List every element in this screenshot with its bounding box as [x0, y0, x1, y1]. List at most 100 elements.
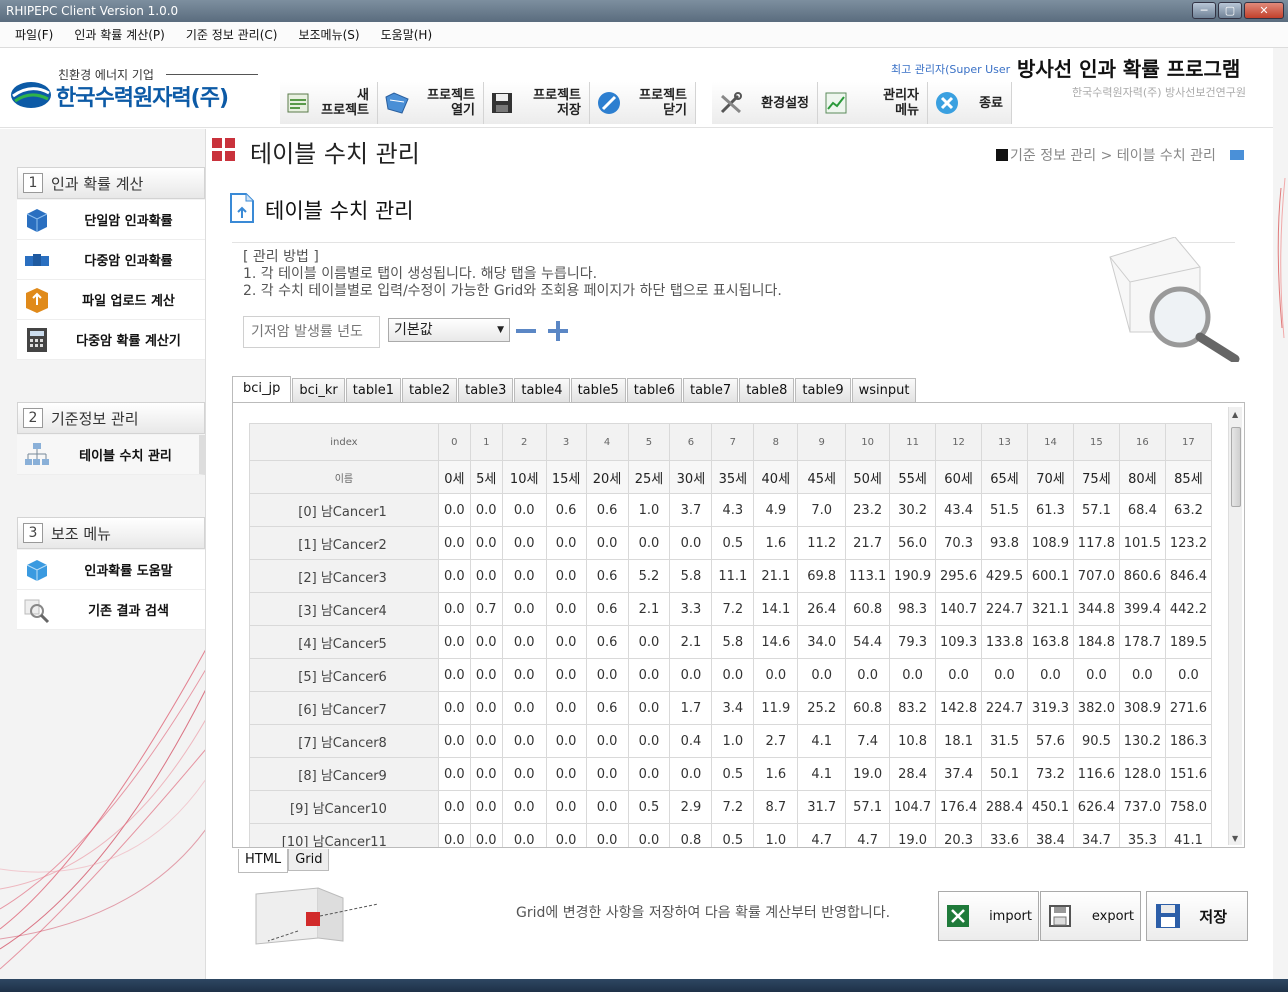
grid-value-cell[interactable]: 0.0: [437, 559, 471, 593]
grid-value-cell[interactable]: 0.0: [469, 790, 503, 824]
grid-value-cell[interactable]: 0.0: [753, 658, 799, 692]
tab-grid[interactable]: Grid: [288, 849, 330, 871]
grid-value-cell[interactable]: 2.9: [669, 790, 713, 824]
grid-value-cell[interactable]: 0.0: [501, 559, 547, 593]
grid-value-cell[interactable]: 0.0: [1164, 658, 1212, 692]
grid-value-cell[interactable]: 130.2: [1118, 724, 1166, 758]
grid-value-cell[interactable]: 184.8: [1072, 625, 1120, 659]
grid-value-cell[interactable]: 0.0: [501, 691, 547, 725]
tab-table6[interactable]: table6: [626, 378, 682, 403]
grid-value-cell[interactable]: 128.0: [1118, 757, 1166, 791]
grid-value-cell[interactable]: 0.0: [669, 526, 713, 560]
grid-value-cell[interactable]: 0.8: [669, 823, 713, 847]
grid-value-cell[interactable]: 79.3: [889, 625, 937, 659]
grid-value-cell[interactable]: 34.0: [797, 625, 847, 659]
tab-html[interactable]: HTML: [238, 849, 289, 873]
grid-value-cell[interactable]: 442.2: [1164, 592, 1212, 626]
grid-value-cell[interactable]: 271.6: [1164, 691, 1212, 725]
grid-value-cell[interactable]: 3.3: [669, 592, 713, 626]
grid-value-cell[interactable]: 142.8: [935, 691, 983, 725]
grid-value-cell[interactable]: 0.0: [437, 790, 471, 824]
grid-value-cell[interactable]: 7.2: [711, 790, 755, 824]
grid-value-cell[interactable]: 0.0: [469, 526, 503, 560]
grid-value-cell[interactable]: 0.0: [437, 691, 471, 725]
tab-bci-kr[interactable]: bci_kr: [292, 378, 345, 403]
scrollbar-thumb[interactable]: [1231, 427, 1241, 507]
admin-menu-button[interactable]: 관리자 메뉴: [818, 82, 928, 124]
grid-value-cell[interactable]: 0.0: [545, 691, 587, 725]
import-button[interactable]: import: [938, 891, 1039, 941]
tab-table8[interactable]: table8: [739, 378, 795, 403]
grid-value-cell[interactable]: 0.0: [545, 625, 587, 659]
sidebar-item-table-values[interactable]: 테이블 수치 관리: [17, 435, 205, 475]
grid-value-cell[interactable]: 0.5: [627, 790, 671, 824]
sidebar-item-multi-cancer[interactable]: 다중암 인과확률: [17, 240, 205, 280]
grid-value-cell[interactable]: 0.0: [889, 658, 937, 692]
grid-value-cell[interactable]: 4.7: [797, 823, 847, 847]
grid-value-cell[interactable]: 288.4: [981, 790, 1028, 824]
scroll-up-icon[interactable]: ▲: [1232, 410, 1238, 419]
grid-value-cell[interactable]: 1.0: [711, 724, 755, 758]
remove-year-button[interactable]: [516, 329, 536, 333]
grid-value-cell[interactable]: 0.0: [545, 592, 587, 626]
grid-value-cell[interactable]: 1.0: [753, 823, 799, 847]
menu-help[interactable]: 도움말(H): [381, 26, 433, 43]
grid-value-cell[interactable]: 0.0: [545, 823, 587, 847]
grid-value-cell[interactable]: 57.1: [845, 790, 891, 824]
tab-bci-jp[interactable]: bci_jp: [232, 376, 292, 403]
save-project-button[interactable]: 프로젝트 저장: [484, 82, 590, 124]
grid-value-cell[interactable]: 0.0: [469, 559, 503, 593]
maximize-button[interactable]: ▢: [1218, 2, 1242, 19]
grid-value-cell[interactable]: 70.3: [935, 526, 983, 560]
grid-value-cell[interactable]: 14.6: [753, 625, 799, 659]
grid-value-cell[interactable]: 0.0: [627, 658, 671, 692]
grid-value-cell[interactable]: 0.4: [669, 724, 713, 758]
grid-value-cell[interactable]: 399.4: [1118, 592, 1166, 626]
grid-value-cell[interactable]: 0.0: [1026, 658, 1074, 692]
grid-value-cell[interactable]: 1.6: [753, 526, 799, 560]
menu-reference-info[interactable]: 기준 정보 관리(C): [186, 26, 278, 43]
grid-value-cell[interactable]: 2.1: [669, 625, 713, 659]
grid-value-cell[interactable]: 0.0: [437, 823, 471, 847]
grid-value-cell[interactable]: 382.0: [1072, 691, 1120, 725]
grid-value-cell[interactable]: 98.3: [889, 592, 937, 626]
grid-value-cell[interactable]: 737.0: [1118, 790, 1166, 824]
grid-value-cell[interactable]: 0.0: [711, 658, 755, 692]
grid-value-cell[interactable]: 0.0: [585, 658, 629, 692]
grid-value-cell[interactable]: 3.7: [669, 493, 713, 527]
sidebar-item-help[interactable]: 인과확률 도움말: [17, 550, 205, 590]
grid-value-cell[interactable]: 63.2: [1164, 493, 1212, 527]
grid-value-cell[interactable]: 41.1: [1164, 823, 1212, 847]
grid-value-cell[interactable]: 25.2: [797, 691, 847, 725]
grid-value-cell[interactable]: 4.1: [797, 724, 847, 758]
grid-value-cell[interactable]: 0.0: [627, 625, 671, 659]
grid-value-cell[interactable]: 176.4: [935, 790, 983, 824]
grid-value-cell[interactable]: 0.0: [981, 658, 1028, 692]
grid-value-cell[interactable]: 21.7: [845, 526, 891, 560]
grid-value-cell[interactable]: 0.0: [669, 658, 713, 692]
grid-value-cell[interactable]: 0.0: [585, 526, 629, 560]
grid-value-cell[interactable]: 0.0: [437, 592, 471, 626]
grid-value-cell[interactable]: 0.0: [545, 724, 587, 758]
grid-value-cell[interactable]: 0.0: [545, 526, 587, 560]
grid-value-cell[interactable]: 0.0: [501, 658, 547, 692]
vertical-scrollbar[interactable]: ▲ ▼: [1228, 407, 1242, 845]
tab-table4[interactable]: table4: [514, 378, 570, 403]
grid-value-cell[interactable]: 61.3: [1026, 493, 1074, 527]
grid-value-cell[interactable]: 0.0: [585, 790, 629, 824]
grid-value-cell[interactable]: 0.0: [437, 658, 471, 692]
grid-value-cell[interactable]: 11.2: [797, 526, 847, 560]
grid-value-cell[interactable]: 104.7: [889, 790, 937, 824]
tab-table2[interactable]: table2: [401, 378, 458, 403]
grid-value-cell[interactable]: 57.1: [1072, 493, 1120, 527]
grid-value-cell[interactable]: 31.5: [981, 724, 1028, 758]
grid-value-cell[interactable]: 140.7: [935, 592, 983, 626]
grid-value-cell[interactable]: 1.7: [669, 691, 713, 725]
grid-value-cell[interactable]: 11.9: [753, 691, 799, 725]
grid-value-cell[interactable]: 450.1: [1026, 790, 1074, 824]
grid-value-cell[interactable]: 101.5: [1118, 526, 1166, 560]
grid-value-cell[interactable]: 5.2: [627, 559, 671, 593]
grid-value-cell[interactable]: 0.0: [469, 757, 503, 791]
tab-table5[interactable]: table5: [570, 378, 626, 403]
grid-value-cell[interactable]: 758.0: [1164, 790, 1212, 824]
